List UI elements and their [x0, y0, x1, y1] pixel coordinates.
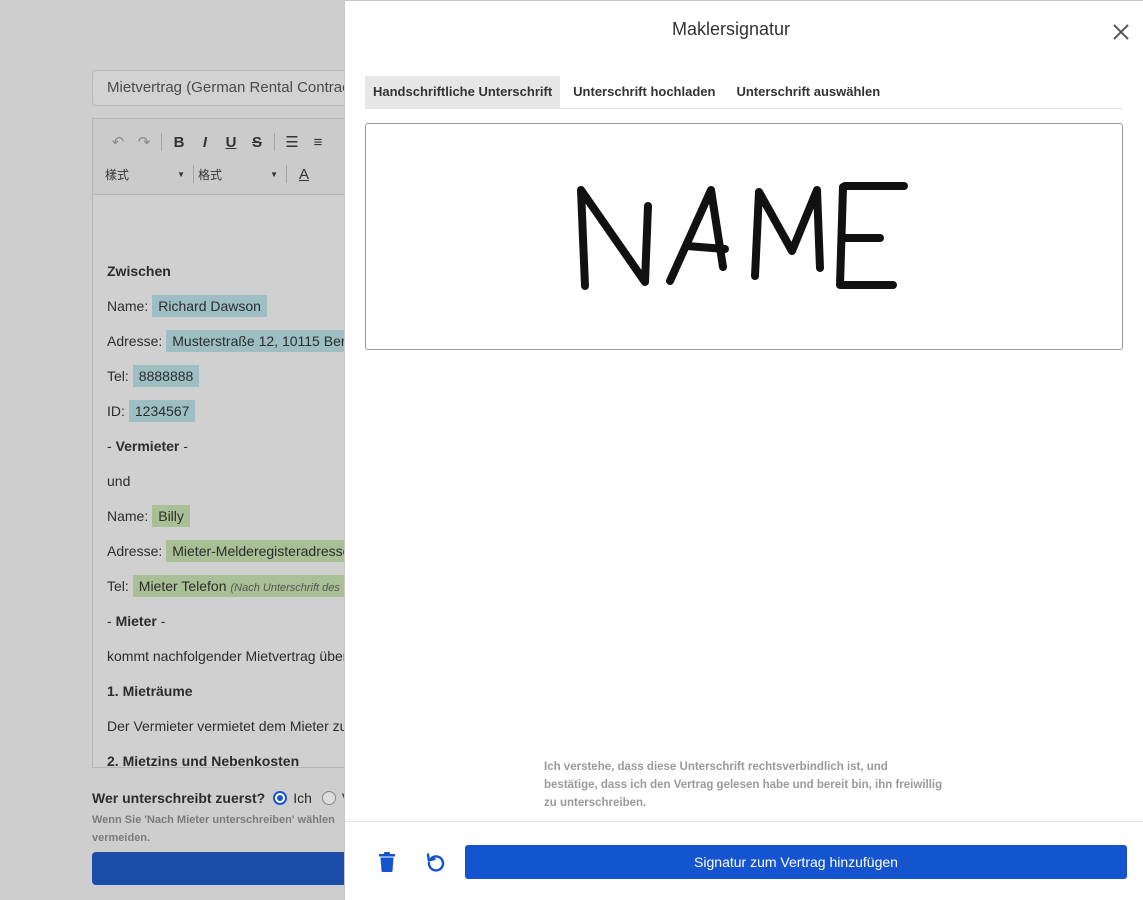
toolbar-divider	[286, 165, 287, 183]
trash-icon[interactable]	[372, 847, 402, 877]
tenant-name-field[interactable]: Billy	[152, 504, 190, 527]
radio-me[interactable]	[273, 791, 288, 805]
signature-strokes	[577, 182, 908, 290]
who-signs-question: Wer unterschreibt zuerst?	[92, 790, 266, 806]
tab-handwritten[interactable]: Handschriftliche Unterschrift	[365, 76, 561, 108]
chevron-down-icon: ▼	[270, 169, 278, 179]
chevron-down-icon: ▼	[177, 169, 185, 179]
editor-toolbar: ↶ ↷ B I U S ☰ ≡ 樣式 ▼ 格式 ▼ A	[93, 119, 351, 195]
bulleted-list-icon[interactable]: ≡	[305, 131, 331, 153]
legal-disclaimer: Ich verstehe, dass diese Unterschrift re…	[544, 761, 943, 809]
strikethrough-button[interactable]: S	[244, 131, 270, 153]
contract-line: Adresse: Mieter-Melderegisteradresse	[107, 533, 351, 568]
contract-line: Name: Billy	[107, 498, 351, 533]
contract-line: - Vermieter -	[107, 437, 188, 454]
add-signature-button[interactable]: Signatur zum Vertrag hinzufügen	[465, 845, 1127, 879]
radio-me-label: Ich	[293, 790, 312, 806]
radio-other[interactable]	[321, 791, 336, 805]
contract-line: ID: 1234567	[107, 393, 351, 428]
style-select[interactable]: 樣式 ▼	[105, 166, 189, 183]
landlord-address-field[interactable]: Musterstraße 12, 10115 Berlin	[166, 329, 351, 352]
contract-line: Zwischen	[107, 262, 171, 279]
format-select-label: 格式	[198, 167, 223, 182]
who-signs-first: Wer unterschreibt zuerst? Ich Vo	[92, 790, 368, 806]
contract-line: kommt nachfolgender Mietvertrag über	[107, 647, 348, 664]
format-select[interactable]: 格式 ▼	[198, 166, 282, 183]
contract-line: Adresse: Musterstraße 12, 10115 Berlin	[107, 323, 351, 358]
document-title-input[interactable]: Mietvertrag (German Rental Contract)	[92, 70, 362, 106]
bold-button[interactable]: B	[166, 131, 192, 153]
toolbar-divider	[274, 133, 275, 151]
close-icon[interactable]	[1110, 21, 1132, 43]
modal-footer: Signatur zum Vertrag hinzufügen	[345, 821, 1143, 900]
contract-line: 2. Mietzins und Nebenkosten	[107, 752, 300, 768]
contract-line: Name: Richard Dawson	[107, 288, 351, 323]
signature-modal: Maklersignatur Handschriftliche Untersch…	[344, 0, 1143, 900]
modal-title: Maklersignatur	[671, 19, 791, 39]
tenant-address-field[interactable]: Mieter-Melderegisteradresse	[166, 539, 351, 562]
background-submit-button[interactable]	[92, 852, 352, 885]
redo-arrow-icon[interactable]: ↷	[131, 131, 157, 153]
landlord-name-field[interactable]: Richard Dawson	[152, 294, 267, 317]
undo-icon[interactable]	[421, 847, 451, 877]
style-select-label: 樣式	[105, 167, 130, 182]
contract-editor[interactable]: ↶ ↷ B I U S ☰ ≡ 樣式 ▼ 格式 ▼ A Zwischen Nam…	[92, 118, 352, 768]
contract-body: Zwischen Name: Richard Dawson Adresse: M…	[93, 195, 351, 768]
who-signs-hint: Wenn Sie 'Nach Mieter unterschreiben' wä…	[92, 814, 335, 844]
numbered-list-icon[interactable]: ☰	[279, 131, 305, 153]
contract-line: Tel: Mieter Telefon (Nach Unterschrift de…	[107, 568, 351, 603]
signature-tabs: Handschriftliche Unterschrift Unterschri…	[365, 76, 1123, 109]
contract-line: 1. Mieträume	[107, 682, 193, 699]
text-color-icon[interactable]: A	[291, 163, 317, 185]
toolbar-divider	[193, 165, 194, 183]
contract-line: Tel: 8888888	[107, 358, 351, 393]
tenant-tel-field[interactable]: Mieter Telefon (Nach Unterschrift des	[132, 574, 346, 597]
toolbar-divider	[161, 133, 162, 151]
signature-canvas[interactable]	[365, 123, 1123, 350]
undo-arrow-icon[interactable]: ↶	[105, 131, 131, 153]
underline-button[interactable]: U	[218, 131, 244, 153]
italic-button[interactable]: I	[192, 131, 218, 153]
landlord-id-field[interactable]: 1234567	[128, 399, 196, 422]
handwritten-signature	[577, 182, 908, 290]
contract-line: - Mieter -	[107, 612, 166, 629]
landlord-tel-field[interactable]: 8888888	[132, 364, 200, 387]
tab-upload[interactable]: Unterschrift hochladen	[565, 76, 723, 108]
tab-select[interactable]: Unterschrift auswählen	[728, 76, 888, 108]
contract-line: und	[107, 472, 131, 489]
contract-line: Der Vermieter vermietet dem Mieter zu	[107, 717, 348, 734]
